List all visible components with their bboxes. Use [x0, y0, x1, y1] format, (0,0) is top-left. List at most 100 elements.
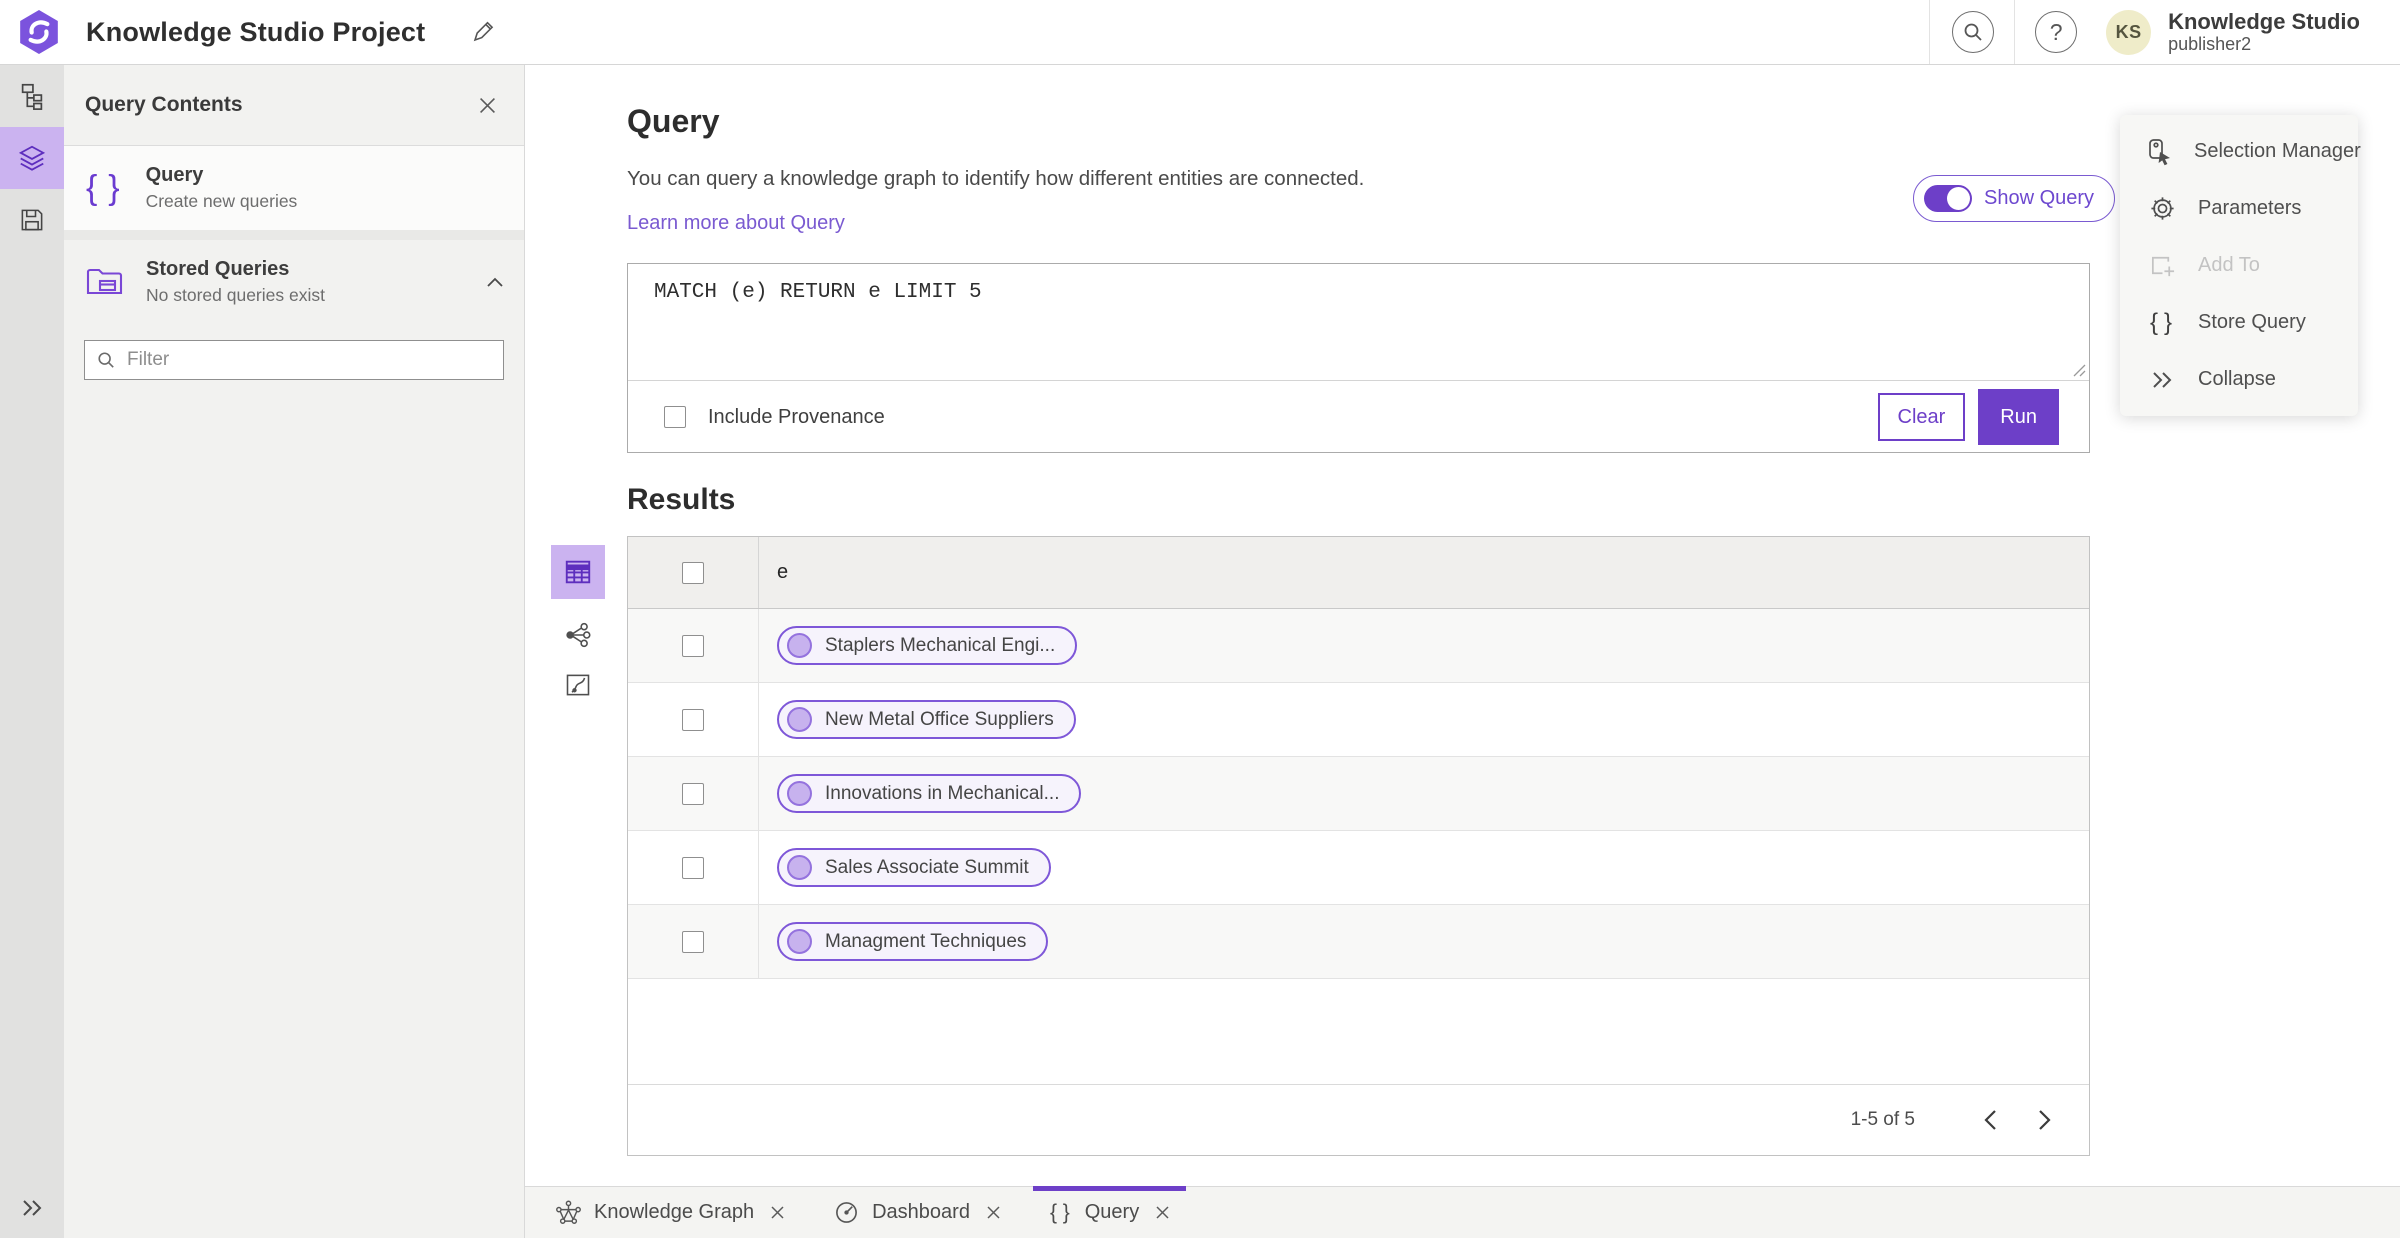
row-checkbox[interactable] [682, 708, 704, 731]
query-input[interactable]: MATCH (e) RETURN e LIMIT 5 [628, 264, 2089, 381]
results-view-switcher [551, 545, 605, 699]
chevron-up-icon [487, 277, 503, 287]
user-role: publisher2 [2168, 34, 2252, 55]
filter-field [84, 340, 504, 380]
include-provenance-label: Include Provenance [708, 405, 885, 428]
panel-divider [64, 230, 524, 240]
user-info[interactable]: Knowledge Studio publisher2 [2168, 9, 2360, 55]
question-icon: ? [2049, 18, 2063, 45]
collapse-section-button[interactable] [486, 276, 504, 288]
tab-close-button[interactable] [987, 1206, 1000, 1219]
entity-pill[interactable]: Managment Techniques [777, 922, 1049, 961]
menu-item-store-query[interactable]: { } Store Query [2120, 294, 2358, 351]
panel-close-button[interactable] [475, 93, 500, 118]
link-chart-view-button[interactable] [551, 621, 605, 649]
left-rail [0, 65, 64, 1238]
table-footer: 1-5 of 5 [628, 1084, 2089, 1155]
panel-title: Query Contents [85, 93, 243, 116]
tab-query[interactable]: { } Query [1032, 1186, 1187, 1238]
table-row: Sales Associate Summit [628, 831, 2089, 905]
menu-item-label: Parameters [2198, 197, 2302, 219]
panel-item-label: Stored Queries [146, 258, 290, 280]
app-logo-icon [20, 10, 58, 54]
tab-close-button[interactable] [771, 1206, 784, 1219]
rail-expand-button[interactable] [0, 1188, 64, 1228]
rail-link-chart-button[interactable] [0, 65, 64, 127]
tab-label: Knowledge Graph [594, 1201, 755, 1223]
tab-label: Query [1084, 1201, 1140, 1223]
tab-label: Dashboard [872, 1201, 970, 1223]
map-icon [566, 674, 590, 696]
show-query-toggle[interactable]: Show Query [1913, 175, 2116, 222]
gear-icon [2150, 197, 2174, 220]
avatar[interactable]: KS [2106, 9, 2152, 55]
panel-item-stored-queries[interactable]: Stored Queries No stored queries exist [64, 240, 524, 324]
header-divider [2014, 0, 2016, 64]
clear-button[interactable]: Clear [1877, 393, 1966, 441]
braces-icon: { } [2149, 308, 2175, 336]
toggle-switch[interactable] [1924, 185, 1972, 212]
tab-knowledge-graph[interactable]: Knowledge Graph [539, 1187, 801, 1238]
project-title: Knowledge Studio Project [86, 16, 426, 47]
app-header: Knowledge Studio Project ? KS Knowledge … [0, 0, 2400, 65]
learn-more-link[interactable]: Learn more about Query [627, 212, 845, 235]
rail-save-button[interactable] [0, 189, 64, 251]
table-row: Staplers Mechanical Engi... [628, 609, 2089, 683]
entity-pill[interactable]: Sales Associate Summit [777, 848, 1051, 887]
entity-label: Innovations in Mechanical... [825, 782, 1060, 804]
table-view-button[interactable] [551, 545, 605, 599]
search-icon [1964, 23, 1982, 41]
previous-page-button[interactable] [1971, 1101, 2009, 1139]
row-checkbox[interactable] [682, 856, 704, 879]
link-chart-icon [21, 83, 43, 110]
table-icon [565, 560, 591, 584]
column-header-e: e [777, 561, 789, 583]
entity-dot-icon [787, 707, 812, 732]
table-row: Managment Techniques [628, 905, 2089, 979]
braces-icon: { } [1049, 1200, 1072, 1224]
select-all-checkbox[interactable] [682, 561, 704, 584]
rail-layers-button[interactable] [0, 127, 64, 189]
table-row: New Metal Office Suppliers [628, 683, 2089, 757]
menu-item-label: Store Query [2198, 311, 2306, 333]
run-button[interactable]: Run [1978, 389, 2059, 445]
menu-item-collapse[interactable]: Collapse [2120, 351, 2358, 408]
menu-item-parameters[interactable]: Parameters [2120, 180, 2358, 237]
results-title: Results [627, 483, 736, 516]
entity-label: New Metal Office Suppliers [825, 708, 1054, 730]
include-provenance-checkbox[interactable] [664, 406, 686, 428]
search-button[interactable] [1952, 11, 1995, 53]
chevrons-right-icon [2153, 371, 2172, 388]
resize-handle[interactable] [2073, 364, 2086, 377]
selection-manager-icon [2149, 138, 2170, 165]
entity-pill[interactable]: Innovations in Mechanical... [777, 774, 1082, 813]
menu-item-label: Selection Manager [2194, 140, 2361, 162]
close-icon [987, 1206, 1000, 1219]
row-checkbox[interactable] [682, 930, 704, 953]
entity-pill[interactable]: Staplers Mechanical Engi... [777, 626, 1078, 665]
panel-item-sublabel: No stored queries exist [146, 285, 325, 305]
row-checkbox[interactable] [682, 782, 704, 805]
menu-item-label: Add To [2198, 254, 2260, 276]
entity-pill[interactable]: New Metal Office Suppliers [777, 700, 1076, 739]
row-checkbox[interactable] [682, 634, 704, 657]
help-button[interactable]: ? [2035, 11, 2078, 53]
panel-item-query[interactable]: { } Query Create new queries [64, 146, 524, 230]
tab-close-button[interactable] [1156, 1206, 1169, 1219]
chevrons-right-icon [23, 1200, 42, 1216]
edit-title-icon[interactable] [471, 20, 495, 44]
entity-label: Sales Associate Summit [825, 856, 1029, 878]
map-view-button[interactable] [551, 671, 605, 699]
next-page-button[interactable] [2025, 1101, 2063, 1139]
query-text-value: MATCH (e) RETURN e LIMIT 5 [654, 281, 982, 304]
tab-dashboard[interactable]: Dashboard [817, 1187, 1017, 1238]
filter-input[interactable] [127, 349, 491, 371]
menu-item-selection-manager[interactable]: Selection Manager [2120, 123, 2361, 180]
chevron-right-icon [2038, 1110, 2051, 1130]
toggle-knob [1947, 187, 1970, 210]
query-contents-panel: Query Contents { } Query Create new quer… [64, 65, 525, 1238]
query-editor-card: MATCH (e) RETURN e LIMIT 5 Include Prove… [627, 263, 2090, 453]
main-content: Query You can query a knowledge graph to… [525, 65, 2400, 1186]
panel-item-sublabel: Create new queries [145, 191, 298, 211]
braces-icon: { } [86, 168, 124, 207]
